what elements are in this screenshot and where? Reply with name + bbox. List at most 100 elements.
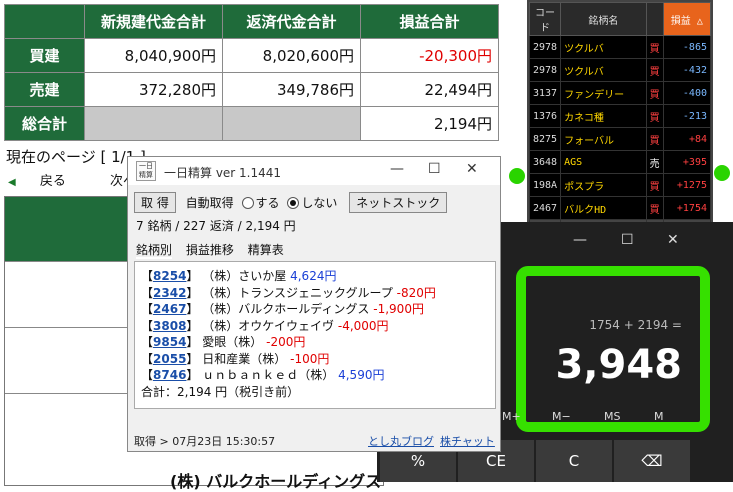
mem-add-button[interactable]: M+ (502, 410, 521, 423)
bracket-close: 】 (186, 269, 199, 283)
radio-yes-label: する (255, 196, 280, 210)
stock-code: 2978 (528, 58, 562, 82)
window-title: 一日精算 ver 1.1441 (164, 166, 282, 180)
stock-name: （株）バルクホールディングス (202, 302, 370, 316)
blog-link[interactable]: とし丸ブログ (368, 433, 434, 449)
total-line: 合計：2,194 円（税引き前） (141, 384, 300, 399)
stock-name: ツクルバ (560, 58, 647, 82)
stock-code-link[interactable]: 2342 (153, 286, 186, 300)
stock-name: ツクルバ (560, 35, 647, 59)
fetch-button[interactable]: 取 得 (134, 192, 176, 213)
stock-pl: 4,624円 (290, 269, 337, 283)
stock-name: 日和産業（株） (202, 351, 287, 366)
stock-code: 2467 (528, 196, 562, 220)
list-item: 【8254】 （株）さいか屋 4,624円 (141, 268, 489, 285)
page-indicator: 現在のページ [ 1/1 ] (6, 148, 146, 166)
backspace-button[interactable]: ⌫ (614, 440, 690, 482)
stock-name: ポスプラ (560, 173, 647, 197)
stock-code: 3137 (528, 81, 562, 105)
sort-icon: △ (696, 15, 703, 27)
window-titlebar[interactable]: 一日精算 一日精算 ver 1.1441 — ☐ ✕ (128, 157, 500, 185)
bracket-close: 】 (186, 351, 199, 366)
close-icon[interactable]: ✕ (466, 161, 478, 177)
col-name[interactable]: 銘柄名 (560, 2, 647, 36)
stock-code-link[interactable]: 8254 (153, 269, 186, 283)
stock-pl: -400 (662, 81, 712, 105)
grand-return-total (222, 106, 361, 141)
stock-row[interactable]: 2978 ツクルバ買 -432 (528, 58, 712, 82)
minimize-icon[interactable]: — (573, 232, 587, 248)
col-pl[interactable]: 損益 △ (662, 2, 712, 36)
prev-label: 戻る (39, 174, 66, 189)
stock-chat-link[interactable]: 株チャット (440, 433, 495, 449)
stock-name: ファンデリー (560, 81, 647, 105)
col-code[interactable]: コード (528, 2, 562, 36)
tab-by-stock[interactable]: 銘柄別 (136, 243, 173, 259)
stock-pl: -1,900円 (373, 302, 424, 316)
calc-expression: 1754 + 2194 = (589, 318, 682, 332)
stock-code: 1376 (528, 104, 562, 128)
bracket-open: 【 (141, 302, 154, 316)
stock-list-panel: コード 銘柄名 損益 △ 2978 ツクルバ買 -865 2978 ツクルバ買 -432 3… (527, 0, 713, 243)
sell-pl-total: 22,494円 (360, 72, 499, 107)
stock-name: フォーバル (560, 127, 647, 151)
stock-code-link[interactable]: 3808 (153, 319, 186, 333)
mem-store-button[interactable]: MS (604, 410, 620, 423)
stock-code: 3648 (528, 150, 562, 174)
bracket-close: 】 (186, 318, 199, 333)
row-label-buy: 買建 (4, 38, 85, 73)
stock-row[interactable]: 8275 フォーバル買 +84 (528, 127, 712, 151)
summary-table: 新規建代金合計 返済代金合計 損益合計 買建 8,040,900円 8,020,… (4, 4, 499, 141)
stock-row[interactable]: 2467 バルクHD 買 +1754 (528, 196, 712, 220)
buy-return-total: 8,020,600円 (222, 38, 361, 73)
netstock-button[interactable]: ネットストック (349, 192, 448, 213)
list-item: 【2467】 （株）バルクホールディングス -1,900円 (141, 301, 489, 318)
stock-code-link[interactable]: 8746 (153, 368, 186, 382)
auto-fetch-label: 自動取得 (185, 196, 234, 210)
stock-pl: +1754 (662, 196, 712, 220)
grand-pl-total: 2,194円 (360, 106, 499, 141)
stock-row[interactable]: 1376 カネコ種買 -213 (528, 104, 712, 128)
header-new-total: 新規建代金合計 (84, 4, 223, 39)
minimize-icon[interactable]: — (390, 161, 404, 177)
stock-pl: 4,590円 (338, 368, 385, 382)
mem-sub-button[interactable]: M− (552, 410, 571, 423)
tab-settlement[interactable]: 精算表 (248, 243, 284, 257)
maximize-icon[interactable]: ☐ (621, 232, 634, 248)
status-text: 取得 > 07月23日 15:30:57 (134, 435, 276, 448)
prev-link[interactable]: ◀ 戻る (8, 174, 86, 189)
stock-name: バルクHD (560, 196, 647, 220)
row-label-grand: 総合計 (4, 106, 85, 141)
stock-code-link[interactable]: 2055 (153, 352, 186, 366)
stock-row[interactable]: 198A ポスプラ買 +1275 (528, 173, 712, 197)
stock-pl: -432 (662, 58, 712, 82)
clear-button[interactable]: C (536, 440, 612, 482)
header-return-total: 返済代金合計 (222, 4, 361, 39)
stock-pl: -4,000円 (337, 318, 389, 333)
list-item: 【2342】 （株）トランスジェニックグループ -820円 (141, 285, 489, 302)
stock-code-link[interactable]: 2467 (153, 302, 186, 316)
stock-side: 売 (645, 150, 664, 174)
green-marker-dot (509, 168, 525, 184)
tab-pl-history[interactable]: 損益推移 (186, 243, 234, 257)
grand-new-total (84, 106, 223, 141)
auto-fetch-on-radio[interactable] (241, 197, 254, 209)
bracket-open: 【 (141, 368, 154, 382)
stock-code: 2978 (528, 35, 562, 59)
col-side[interactable] (645, 2, 664, 36)
green-marker-dot (714, 165, 730, 181)
stock-side: 買 (645, 127, 664, 151)
close-icon[interactable]: ✕ (667, 232, 679, 248)
window-toolbar: 取 得 自動取得 する しない ネットストック (134, 192, 453, 213)
stock-row[interactable]: 2978 ツクルバ買 -865 (528, 35, 712, 59)
stock-pl: -865 (662, 35, 712, 59)
stock-row[interactable]: 3137 ファンデリー買 -400 (528, 81, 712, 105)
stock-row[interactable]: 3648 AGS 売 +395 (528, 150, 712, 174)
mem-list-button[interactable]: M (654, 410, 664, 423)
summary-corner (4, 4, 85, 39)
stock-pl: +395 (662, 150, 712, 174)
maximize-icon[interactable]: ☐ (428, 161, 441, 177)
auto-fetch-off-radio[interactable] (287, 197, 300, 209)
stock-code-link[interactable]: 9854 (153, 335, 186, 349)
sell-new-total: 372,280円 (84, 72, 223, 107)
